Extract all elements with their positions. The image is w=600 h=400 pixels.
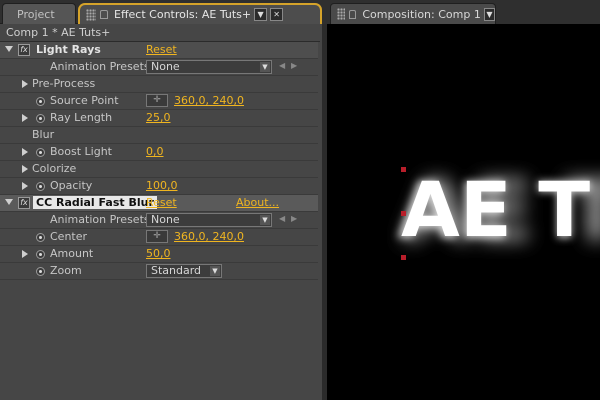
animation-presets-row: Animation Presets: None ▼ ◀ ▶ <box>0 59 318 76</box>
composition-panel: Composition: Comp 1 ▼ AE T AE T AE T <box>322 0 600 400</box>
crosshair-icon[interactable]: ✛ <box>146 94 168 107</box>
right-tab-bar: Composition: Comp 1 ▼ <box>322 0 600 24</box>
about-link[interactable]: About... <box>236 196 279 209</box>
param-amount: Amount 50,0 <box>0 246 318 263</box>
stopwatch-icon[interactable] <box>36 182 45 191</box>
expand-triangle-icon[interactable] <box>22 148 28 156</box>
animation-presets-value: None <box>151 213 180 226</box>
param-label: Pre-Process <box>32 77 96 90</box>
param-label: Opacity <box>50 179 93 192</box>
animation-presets-row: Animation Presets: None ▼ ◀ ▶ <box>0 212 318 229</box>
opacity-value[interactable]: 100,0 <box>146 179 178 192</box>
reset-link[interactable]: Reset <box>146 196 177 209</box>
tab-effect-controls-label: Effect Controls: AE Tuts+ <box>114 8 252 21</box>
tab-effect-controls[interactable]: Effect Controls: AE Tuts+ ▼ ✕ <box>78 3 322 24</box>
param-label: Source Point <box>50 94 119 107</box>
next-preset-icon[interactable]: ▶ <box>291 61 297 70</box>
param-source-point: Source Point ✛ 360,0, 240,0 <box>0 93 318 110</box>
prev-preset-icon[interactable]: ◀ <box>279 214 285 223</box>
effect-header-light-rays[interactable]: fx Light Rays Reset <box>0 42 318 59</box>
viewer-canvas: AE T AE T AE T <box>327 24 600 400</box>
param-label: Amount <box>50 247 94 260</box>
animation-presets-label: Animation Presets: <box>50 213 154 226</box>
tab-project-label: Project <box>17 7 55 21</box>
param-label: Boost Light <box>50 145 112 158</box>
reset-link[interactable]: Reset <box>146 43 177 56</box>
stopwatch-icon[interactable] <box>36 233 45 242</box>
tab-composition[interactable]: Composition: Comp 1 ▼ <box>330 3 496 24</box>
fx-toggle-icon[interactable]: fx <box>18 197 30 209</box>
animation-presets-value: None <box>151 60 180 73</box>
composition-viewer[interactable]: AE T AE T AE T <box>327 24 600 400</box>
param-label: Zoom <box>50 264 82 277</box>
param-label: Center <box>50 230 88 243</box>
tab-project[interactable]: Project <box>2 3 76 24</box>
param-label: Ray Length <box>50 111 113 124</box>
param-center: Center ✛ 360,0, 240,0 <box>0 229 318 246</box>
fx-toggle-icon[interactable]: fx <box>18 44 30 56</box>
composition-text: AE T <box>401 165 590 254</box>
chevron-down-icon: ▼ <box>260 215 270 225</box>
layer-handle[interactable] <box>401 167 406 172</box>
left-tab-bar: Project Effect Controls: AE Tuts+ ▼ ✕ <box>0 0 322 24</box>
param-label: Colorize <box>32 162 77 175</box>
param-opacity: Opacity 100,0 <box>0 178 318 195</box>
param-boost-light: Boost Light 0,0 <box>0 144 318 161</box>
drag-grip-icon[interactable] <box>337 8 346 20</box>
drag-grip-icon[interactable] <box>86 8 96 21</box>
stopwatch-icon[interactable] <box>36 97 45 106</box>
layer-handle[interactable] <box>401 211 406 216</box>
effect-name: CC Radial Fast Blur <box>33 196 157 209</box>
stopwatch-icon[interactable] <box>36 267 45 276</box>
prev-preset-icon[interactable]: ◀ <box>279 61 285 70</box>
amount-value[interactable]: 50,0 <box>146 247 171 260</box>
effect-controls-panel: Project Effect Controls: AE Tuts+ ▼ ✕ Co… <box>0 0 322 400</box>
animation-presets-dropdown[interactable]: None ▼ <box>146 213 272 227</box>
collapse-triangle-icon[interactable] <box>5 199 13 205</box>
param-label: Blur <box>32 128 55 141</box>
expand-triangle-icon[interactable] <box>22 250 28 258</box>
crosshair-icon[interactable]: ✛ <box>146 230 168 243</box>
chevron-down-icon: ▼ <box>210 266 220 276</box>
effects-list: fx Light Rays Reset Animation Presets: N… <box>0 42 318 280</box>
effect-header-cc-radial-fast-blur[interactable]: fx CC Radial Fast Blur Reset About... <box>0 195 318 212</box>
expand-triangle-icon[interactable] <box>22 114 28 122</box>
animation-presets-dropdown[interactable]: None ▼ <box>146 60 272 74</box>
param-group-pre-process[interactable]: Pre-Process <box>0 76 318 93</box>
ray-length-value[interactable]: 25,0 <box>146 111 171 124</box>
zoom-dropdown[interactable]: Standard ▼ <box>146 264 222 278</box>
tab-composition-label: Composition: Comp 1 <box>362 7 481 21</box>
chevron-down-icon: ▼ <box>260 62 270 72</box>
boost-light-value[interactable]: 0,0 <box>146 145 164 158</box>
stopwatch-icon[interactable] <box>36 114 45 123</box>
param-zoom: Zoom Standard ▼ <box>0 263 318 280</box>
tab-menu-dropdown-icon[interactable]: ▼ <box>254 8 268 21</box>
layer-handle[interactable] <box>401 255 406 260</box>
center-value[interactable]: 360,0, 240,0 <box>174 230 244 243</box>
animation-presets-label: Animation Presets: <box>50 60 154 73</box>
expand-triangle-icon[interactable] <box>22 80 28 88</box>
collapse-triangle-icon[interactable] <box>5 46 13 52</box>
stopwatch-icon[interactable] <box>36 148 45 157</box>
param-group-colorize[interactable]: Colorize <box>0 161 318 178</box>
lock-icon[interactable] <box>100 10 108 19</box>
zoom-value: Standard <box>151 264 202 277</box>
stopwatch-icon[interactable] <box>36 250 45 259</box>
source-point-value[interactable]: 360,0, 240,0 <box>174 94 244 107</box>
expand-triangle-icon[interactable] <box>22 165 28 173</box>
next-preset-icon[interactable]: ▶ <box>291 214 297 223</box>
param-group-blur: Blur <box>0 127 318 144</box>
comp-layer-label: Comp 1 * AE Tuts+ <box>6 26 111 39</box>
param-ray-length: Ray Length 25,0 <box>0 110 318 127</box>
lock-icon[interactable] <box>349 9 357 19</box>
tab-menu-dropdown-icon[interactable]: ▼ <box>483 7 495 21</box>
expand-triangle-icon[interactable] <box>22 182 28 190</box>
effect-name: Light Rays <box>36 43 101 56</box>
close-icon[interactable]: ✕ <box>270 8 284 21</box>
